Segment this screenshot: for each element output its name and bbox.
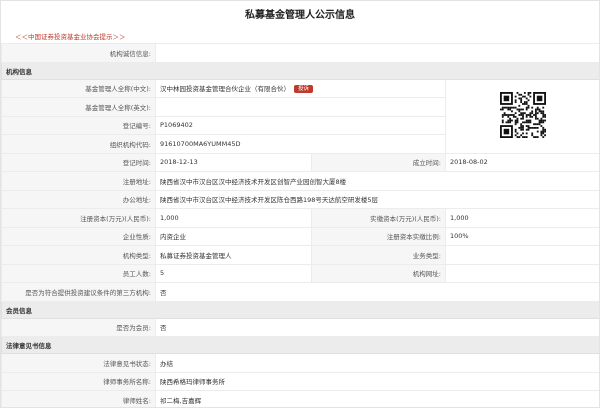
table-row: 法律意见书状态: 办结 (1, 353, 599, 373)
integrity-value (155, 43, 599, 63)
qr-code-icon (499, 92, 546, 138)
table-row: 是否为符合提供投资建议条件的第三方机构: 否 (1, 282, 599, 302)
third-party-label: 是否为符合提供投资建议条件的第三方机构: (1, 282, 156, 302)
reg-cap-label: 注册资本(万元)(人民币): (1, 208, 156, 228)
table-row: 机构诚信信息: (1, 43, 599, 63)
est-time-value: 2018-08-02 (445, 152, 599, 172)
reg-no-label: 登记编号: (1, 115, 156, 135)
member-value: 否 (155, 317, 599, 337)
section-legal-info: 法律意见书信息 (1, 336, 599, 354)
biz-type-value (445, 245, 599, 265)
ratio-value: 100% (445, 226, 599, 246)
legal-status-value: 办结 (155, 353, 599, 373)
law-firm-value: 陕西希格玛律师事务所 (155, 371, 599, 391)
table-row: 律师姓名: 祁二梅,吉嘉辉 (1, 390, 599, 407)
name-cn-cell: 汉中林园投资基金管理合伙企业（有限合伙） 投诉 (155, 78, 446, 98)
nature-label: 企业性质: (1, 226, 156, 246)
table-row: 是否为会员: 否 (1, 317, 599, 337)
site-value (445, 263, 599, 283)
lawyer-value: 祁二梅,吉嘉辉 (155, 390, 599, 407)
section-header: 机构信息 (1, 61, 599, 80)
law-firm-label: 律师事务所名称: (1, 371, 156, 391)
page-title: 私募基金管理人公示信息 (245, 10, 355, 21)
biz-type-label: 业务类型: (311, 245, 446, 265)
staff-value: 5 (155, 263, 312, 283)
info-table: 机构诚信信息: 机构信息 基金管理人全称(中文): 汉中林园投资基金管理合伙企业… (1, 43, 599, 407)
reg-addr-value: 陕西省汉中市汉台区汉中经济技术开发区创智产业园创智大厦8楼 (155, 171, 599, 191)
type-label: 机构类型: (1, 245, 156, 265)
reg-no-value: P1069402 (155, 115, 446, 135)
page: 私募基金管理人公示信息 ＜＜中国证券投资基金业协会提示＞＞ 机构诚信信息: 机构… (0, 0, 600, 408)
section-header: 法律意见书信息 (1, 336, 599, 354)
section-org-info: 机构信息 (1, 61, 599, 80)
org-code-value: 91610700MA6YUMM45D (155, 134, 446, 154)
table-row: 基金管理人全称(中文): 汉中林园投资基金管理合伙企业（有限合伙） 投诉 (1, 78, 599, 154)
reg-addr-label: 注册地址: (1, 171, 156, 191)
office-addr-value: 陕西省汉中市汉台区汉中经济技术开发区陈仓西路198号天达航空研发楼5层 (155, 189, 599, 209)
name-en-value (155, 97, 446, 117)
table-row: 注册地址: 陕西省汉中市汉台区汉中经济技术开发区创智产业园创智大厦8楼 (1, 171, 599, 191)
type-value: 私募证券投资基金管理人 (155, 245, 312, 265)
table-row: 登记时间: 2018-12-13 成立时间: 2018-08-02 (1, 152, 599, 172)
paid-cap-label: 实缴资本(万元)(人民币): (311, 208, 446, 228)
paid-cap-value: 1,000 (445, 208, 599, 228)
legal-status-label: 法律意见书状态: (1, 353, 156, 373)
section-header: 会员信息 (1, 300, 599, 319)
member-label: 是否为会员: (1, 317, 156, 337)
ratio-label: 注册资本实缴比例: (311, 226, 446, 246)
complaint-button[interactable]: 投诉 (294, 85, 314, 94)
office-addr-label: 办公地址: (1, 189, 156, 209)
org-code-label: 组织机构代码: (1, 134, 156, 154)
table-row: 机构类型: 私募证券投资基金管理人 业务类型: (1, 245, 599, 265)
site-label: 机构网址: (311, 263, 446, 283)
name-cn-value: 汉中林园投资基金管理合伙企业（有限合伙） (160, 85, 290, 94)
nature-value: 内资企业 (155, 226, 312, 246)
table-row: 注册资本(万元)(人民币): 1,000 实缴资本(万元)(人民币): 1,00… (1, 208, 599, 228)
name-cn-label: 基金管理人全称(中文): (1, 78, 156, 98)
table-row: 员工人数: 5 机构网址: (1, 263, 599, 283)
section-member-info: 会员信息 (1, 300, 599, 319)
staff-label: 员工人数: (1, 263, 156, 283)
lawyer-label: 律师姓名: (1, 390, 156, 407)
reg-time-value: 2018-12-13 (155, 152, 312, 172)
third-party-value: 否 (155, 282, 599, 302)
association-notice-link[interactable]: ＜＜中国证券投资基金业协会提示＞＞ (1, 31, 599, 43)
table-row: 律师事务所名称: 陕西希格玛律师事务所 (1, 371, 599, 391)
name-en-label: 基金管理人全称(英文): (1, 97, 156, 117)
integrity-label: 机构诚信信息: (1, 43, 156, 63)
table-row: 办公地址: 陕西省汉中市汉台区汉中经济技术开发区陈仓西路198号天达航空研发楼5… (1, 189, 599, 209)
qr-code-cell (445, 78, 599, 154)
table-row: 企业性质: 内资企业 注册资本实缴比例: 100% (1, 226, 599, 246)
reg-time-label: 登记时间: (1, 152, 156, 172)
est-time-label: 成立时间: (311, 152, 446, 172)
reg-cap-value: 1,000 (155, 208, 312, 228)
